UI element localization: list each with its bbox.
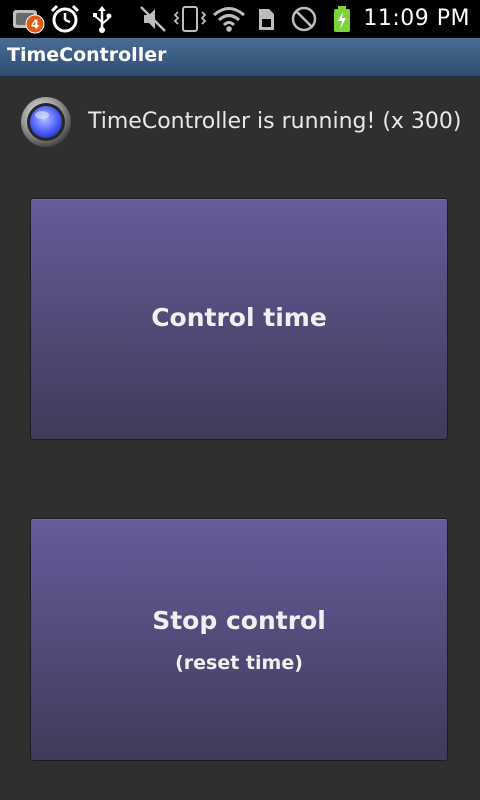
- app-notification-icon[interactable]: 4: [10, 4, 46, 34]
- alarm-clock-icon: [50, 4, 80, 33]
- control-time-button[interactable]: Control time: [30, 198, 448, 440]
- sd-card-icon: [259, 9, 274, 30]
- wifi-icon: [213, 7, 245, 32]
- running-indicator-icon: [21, 97, 71, 147]
- control-time-label: Control time: [151, 303, 327, 332]
- notification-badge-count: 4: [31, 18, 39, 32]
- clock-time: 11:09 PM: [363, 6, 470, 31]
- vibrate-mode-icon: [140, 6, 166, 32]
- stop-control-label: Stop control: [152, 606, 326, 635]
- usb-icon: [93, 6, 112, 33]
- vibrate-phone-icon: [173, 6, 207, 32]
- no-signal-icon: [291, 6, 317, 32]
- app-title: TimeController: [7, 44, 167, 66]
- status-row: TimeController is running! (x 300): [0, 86, 480, 158]
- stop-control-button[interactable]: Stop control (reset time): [30, 518, 448, 761]
- title-bar: TimeController: [0, 38, 480, 77]
- running-status-text: TimeController is running! (x 300): [88, 109, 462, 134]
- battery-charging-icon: [334, 6, 350, 32]
- reset-time-sublabel: (reset time): [175, 652, 303, 674]
- status-bar: 4 11:09 PM: [0, 0, 480, 38]
